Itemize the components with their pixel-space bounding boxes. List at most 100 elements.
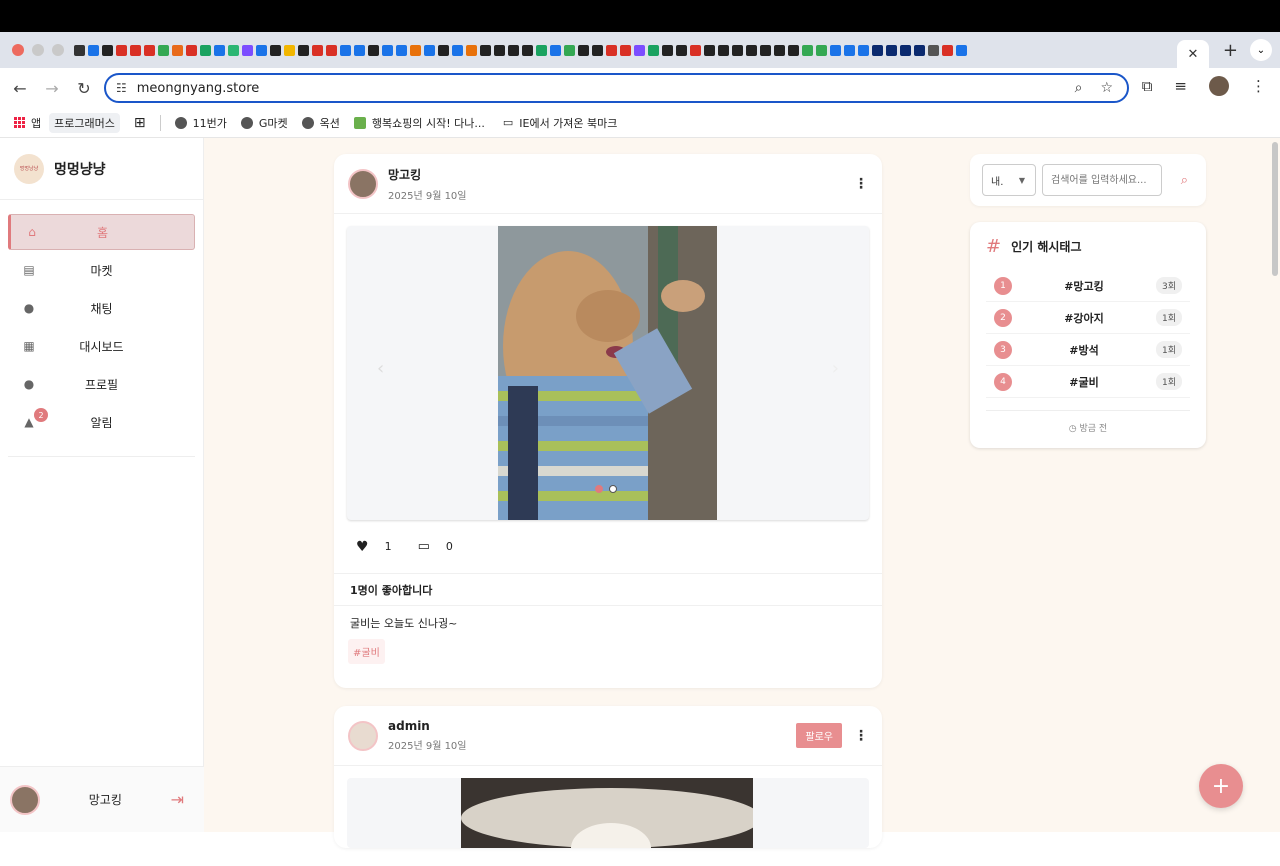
page-scrollbar[interactable] [1272, 142, 1278, 276]
pinned-tab-icon[interactable] [102, 44, 113, 56]
pinned-tab-icon[interactable] [354, 44, 365, 56]
pinned-tab-icon[interactable] [914, 44, 925, 56]
bookmark-grid[interactable]: ⊞ [134, 115, 146, 131]
bookmark-11st[interactable]: 11번가 [174, 115, 227, 131]
more-options-icon[interactable]: ⋮ [854, 728, 868, 744]
pinned-tab-icon[interactable] [858, 44, 869, 56]
pinned-tab-icon[interactable] [200, 44, 211, 56]
carousel-next-icon[interactable]: › [832, 358, 839, 379]
carousel-prev-icon[interactable]: ‹ [377, 358, 384, 379]
pinned-tab-icon[interactable] [340, 44, 351, 56]
search-type-select[interactable]: 내. ▼ [982, 164, 1036, 196]
pinned-tab-icon[interactable] [284, 44, 295, 56]
sidebar-item-profile[interactable]: ● 프로필 [8, 366, 195, 402]
pinned-tab-icon[interactable] [508, 44, 519, 56]
pinned-tab-icon[interactable] [312, 44, 323, 56]
pinned-tab-icon[interactable] [662, 44, 673, 56]
bookmark-star-icon[interactable]: ☆ [1100, 80, 1113, 96]
follow-button[interactable]: 팔로우 [796, 723, 842, 748]
zoom-icon[interactable]: ⌕ [1075, 80, 1083, 96]
url-field[interactable]: ☷ meongnyang.store ⌕ ☆ [104, 73, 1129, 103]
hashtag-row[interactable]: 4 #굴비 1회 [986, 366, 1190, 398]
logout-icon[interactable]: ⇥ [171, 790, 184, 809]
pinned-tab-icon[interactable] [928, 44, 939, 56]
media-control-icon[interactable]: ≡ [1174, 77, 1187, 95]
pinned-tab-icon[interactable] [956, 44, 967, 56]
pinned-tab-icon[interactable] [186, 44, 197, 56]
pinned-tab-icon[interactable] [480, 44, 491, 56]
bookmark-auction[interactable]: 옥션 [301, 115, 340, 131]
post-author-avatar[interactable] [348, 168, 378, 199]
pinned-tab-icon[interactable] [830, 44, 841, 56]
sidebar-item-home[interactable]: ⌂ 홈 [8, 214, 195, 250]
sidebar-item-dashboard[interactable]: ▦ 대시보드 [8, 328, 195, 364]
extensions-icon[interactable]: ⧉ [1142, 77, 1153, 95]
post-hashtag[interactable]: #굴비 [348, 639, 385, 664]
close-tab-icon[interactable]: ✕ [1187, 47, 1198, 62]
pinned-tab-icon[interactable] [494, 44, 505, 56]
post-author-avatar[interactable] [348, 720, 378, 751]
hashtag-row[interactable]: 2 #강아지 1회 [986, 302, 1190, 334]
pinned-tab-icon[interactable] [396, 44, 407, 56]
create-post-button[interactable]: + [1199, 764, 1243, 808]
pinned-tab-icon[interactable] [158, 44, 169, 56]
bookmark-programmers[interactable]: 프로그래머스 [49, 112, 120, 133]
profile-avatar[interactable] [1209, 76, 1229, 96]
pinned-tab-icon[interactable] [746, 44, 757, 56]
pinned-tab-icon[interactable] [690, 44, 701, 56]
site-info-icon[interactable]: ☷ [116, 81, 127, 95]
sidebar-item-notifications[interactable]: ▲ 2 알림 [8, 404, 195, 440]
pinned-tab-icon[interactable] [592, 44, 603, 56]
pinned-tab-icon[interactable] [256, 44, 267, 56]
post-author[interactable]: 망고킹 [388, 166, 467, 183]
reload-button[interactable]: ↻ [68, 79, 100, 98]
pinned-tab-icon[interactable] [242, 44, 253, 56]
heart-icon[interactable]: ♥ [356, 539, 369, 555]
pinned-tab-icon[interactable] [144, 44, 155, 56]
pinned-tab-icon[interactable] [732, 44, 743, 56]
pinned-tab-icon[interactable] [452, 44, 463, 56]
pinned-tab-icon[interactable] [424, 44, 435, 56]
user-avatar[interactable] [10, 784, 40, 815]
hashtag-row[interactable]: 1 #망고킹 3회 [986, 270, 1190, 302]
menu-icon[interactable]: ⋮ [1251, 77, 1266, 95]
pinned-tab-icon[interactable] [326, 44, 337, 56]
pinned-tab-icon[interactable] [298, 44, 309, 56]
pinned-tab-icon[interactable] [606, 44, 617, 56]
pinned-tab-icon[interactable] [466, 44, 477, 56]
pinned-tab-icon[interactable] [116, 44, 127, 56]
pinned-tab-icon[interactable] [942, 44, 953, 56]
close-window-button[interactable] [12, 44, 24, 56]
pinned-tab-icon[interactable] [802, 44, 813, 56]
pinned-tab-icon[interactable] [760, 44, 771, 56]
tab-search-button[interactable]: ⌄ [1250, 39, 1272, 61]
pinned-tab-icon[interactable] [130, 44, 141, 56]
post-author[interactable]: admin [388, 719, 467, 733]
search-icon[interactable]: ⌕ [1181, 173, 1188, 188]
pinned-tab-icon[interactable] [872, 44, 883, 56]
pinned-tab-icon[interactable] [88, 44, 99, 56]
pinned-tab-icon[interactable] [578, 44, 589, 56]
pinned-tab-icon[interactable] [522, 44, 533, 56]
sidebar-item-chat[interactable]: ● 채팅 [8, 290, 195, 326]
forward-button[interactable]: → [36, 79, 68, 98]
more-options-icon[interactable]: ⋮ [854, 176, 868, 192]
pinned-tab-icon[interactable] [228, 44, 239, 56]
pinned-tab-icon[interactable] [844, 44, 855, 56]
pinned-tab-icon[interactable] [886, 44, 897, 56]
active-tab[interactable]: ✕ [1176, 40, 1209, 68]
maximize-window-button[interactable] [52, 44, 64, 56]
comment-icon[interactable]: ▭ [418, 539, 430, 554]
new-tab-button[interactable]: + [1223, 40, 1238, 61]
pinned-tab-icon[interactable] [550, 44, 561, 56]
pinned-tab-icon[interactable] [774, 44, 785, 56]
pinned-tab-icon[interactable] [704, 44, 715, 56]
hashtag-row[interactable]: 3 #방석 1회 [986, 334, 1190, 366]
pinned-tab-icon[interactable] [620, 44, 631, 56]
bookmark-danawa[interactable]: 행복쇼핑의 시작! 다나... [353, 115, 485, 131]
carousel-dot[interactable] [609, 485, 617, 493]
pinned-tab-icon[interactable] [816, 44, 827, 56]
pinned-tab-icon[interactable] [382, 44, 393, 56]
pinned-tab-icon[interactable] [564, 44, 575, 56]
pinned-tab-icon[interactable] [648, 44, 659, 56]
